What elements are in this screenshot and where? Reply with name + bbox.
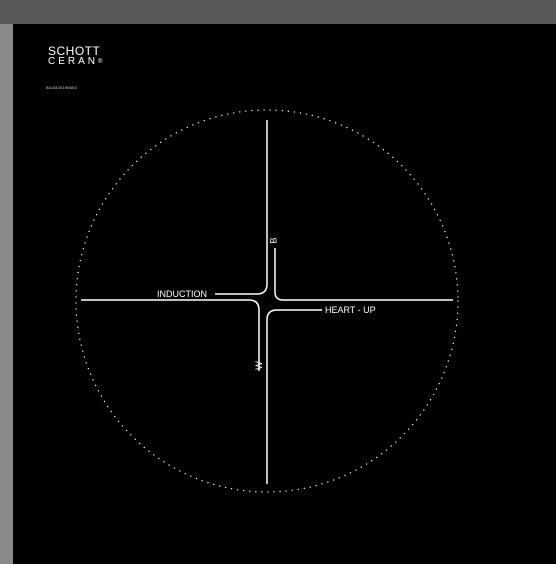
top-right-line [274,248,453,301]
label-heart-up: HEART - UP [325,305,376,315]
top-left-line [215,120,268,295]
top-bar [0,0,556,24]
cross-diagram [75,109,459,493]
label-b: B [268,237,279,244]
left-bottom-line [81,299,260,371]
bottom-right-line [266,309,322,484]
label-induction: INDUCTION [157,289,207,299]
label-w: W [253,361,264,370]
ceramic-hob-panel: SCHOTT CERAN® BAG820190603 INDUCTION HEA… [13,24,556,564]
left-edge-strip [0,24,13,564]
